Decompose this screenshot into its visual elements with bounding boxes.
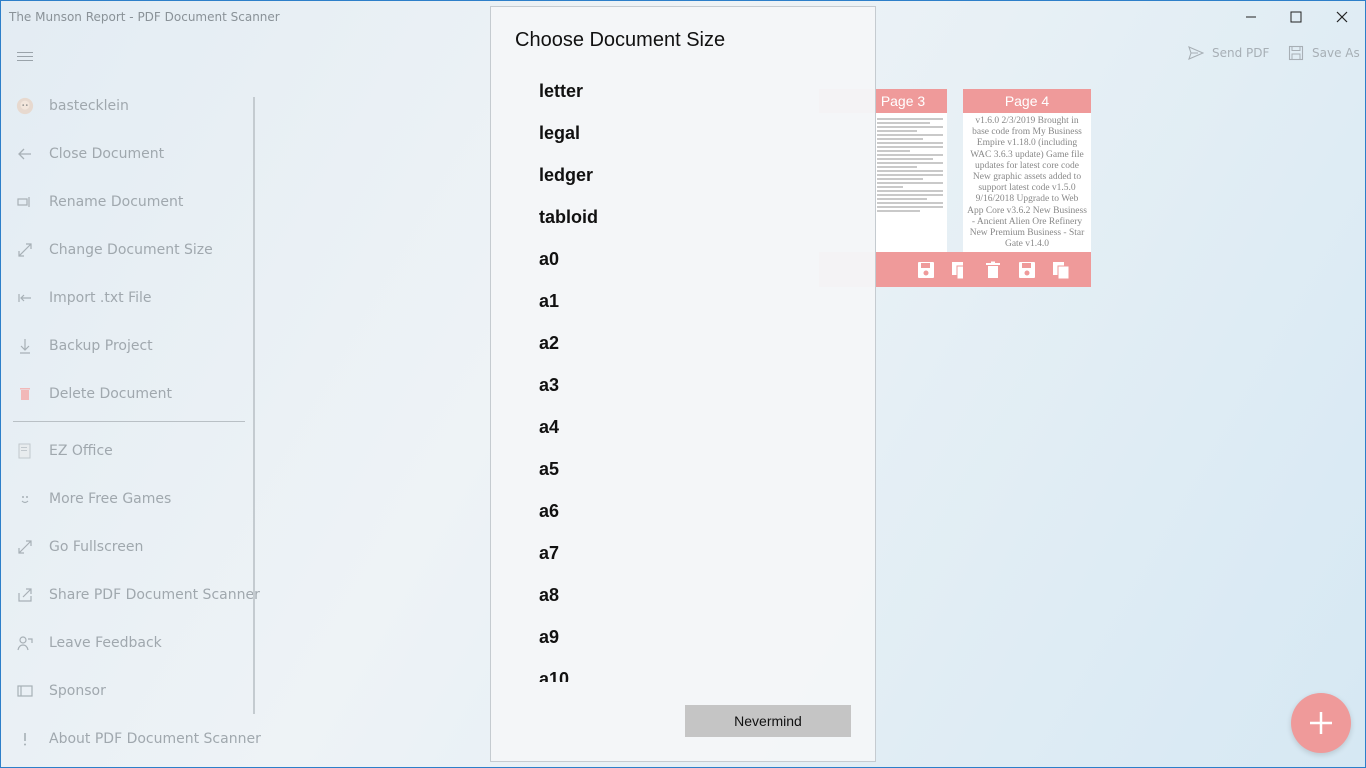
- sidebar-item-sponsor[interactable]: Sponsor: [0, 667, 250, 715]
- info-icon: [16, 730, 34, 748]
- sidebar-item-ez-office[interactable]: EZ Office: [0, 427, 250, 475]
- save-page-icon[interactable]: [1017, 260, 1037, 280]
- fullscreen-icon: [16, 538, 34, 556]
- plus-icon: [1310, 712, 1332, 734]
- page-card-title: Page 4: [1004, 93, 1050, 109]
- rename-icon: [16, 193, 34, 211]
- minimize-icon: [1246, 16, 1256, 18]
- sidebar-item-label: Close Document: [49, 146, 165, 162]
- sidebar-item-share[interactable]: Share PDF Document Scanner: [0, 571, 260, 619]
- size-option-a6[interactable]: a6: [491, 490, 875, 532]
- sidebar-item-label: bastecklein: [49, 98, 129, 114]
- sidebar-item-label: More Free Games: [49, 491, 172, 507]
- size-option-a10[interactable]: a10: [491, 658, 875, 683]
- sidebar-item-label: About PDF Document Scanner: [49, 731, 261, 747]
- window-title: The Munson Report - PDF Document Scanner: [9, 10, 280, 24]
- add-page-button[interactable]: [1291, 693, 1351, 753]
- page-card-4[interactable]: Page 4 v1.6.0 2/3/2019 Brought in base c…: [963, 89, 1091, 287]
- size-option-letter[interactable]: letter: [491, 70, 875, 112]
- sidebar-item-label: Import .txt File: [49, 290, 152, 306]
- sidebar-item-leave-feedback[interactable]: Leave Feedback: [0, 619, 250, 667]
- sidebar-item-label: Share PDF Document Scanner: [49, 587, 260, 603]
- arrow-left-icon: [16, 145, 34, 163]
- sidebar-item-label: Leave Feedback: [49, 635, 162, 651]
- sidebar-item-label: EZ Office: [49, 443, 113, 459]
- sidebar-item-label: Sponsor: [49, 683, 106, 699]
- sidebar-item-change-document-size[interactable]: Change Document Size: [0, 226, 250, 274]
- close-icon: [1336, 11, 1348, 23]
- size-option-a5[interactable]: a5: [491, 448, 875, 490]
- send-pdf-label: Send PDF: [1212, 46, 1270, 60]
- close-button[interactable]: [1319, 0, 1365, 34]
- sidebar-item-backup-project[interactable]: Backup Project: [0, 322, 250, 370]
- resize-icon: [16, 241, 34, 259]
- size-option-a9[interactable]: a9: [491, 616, 875, 658]
- size-option-a2[interactable]: a2: [491, 322, 875, 364]
- dialog-title: Choose Document Size: [515, 29, 726, 51]
- feedback-icon: [16, 634, 34, 652]
- import-icon: [16, 289, 34, 307]
- share-icon: [16, 586, 34, 604]
- page-card-actions: [963, 252, 1091, 287]
- copy-page-icon[interactable]: [1051, 260, 1071, 280]
- minimize-button[interactable]: [1228, 0, 1274, 34]
- sidebar-item-label: Delete Document: [49, 386, 172, 402]
- page-card-title: Page 3: [880, 93, 926, 109]
- size-option-a4[interactable]: a4: [491, 406, 875, 448]
- save-page-icon[interactable]: [916, 260, 936, 280]
- nevermind-button[interactable]: Nevermind: [685, 705, 851, 737]
- sidebar-item-import-txt[interactable]: Import .txt File: [0, 274, 250, 322]
- sidebar-item-go-fullscreen[interactable]: Go Fullscreen: [0, 523, 250, 571]
- sidebar-item-more-free-games[interactable]: More Free Games: [0, 475, 250, 523]
- smiley-icon: [16, 490, 34, 508]
- page-card-header: Page 4: [963, 89, 1091, 113]
- sidebar-item-delete-document[interactable]: Delete Document: [0, 370, 250, 418]
- size-option-legal[interactable]: legal: [491, 112, 875, 154]
- save-icon: [1288, 45, 1304, 61]
- sidebar-item-label: Change Document Size: [49, 242, 213, 258]
- sidebar-item-label: Rename Document: [49, 194, 184, 210]
- hamburger-menu-icon[interactable]: [17, 49, 33, 63]
- sidebar-item-rename-document[interactable]: Rename Document: [0, 178, 250, 226]
- sidebar-divider: [13, 421, 245, 422]
- choose-size-dialog: Choose Document Size letter legal ledger…: [490, 6, 876, 762]
- sidebar-item-label: Backup Project: [49, 338, 153, 354]
- size-option-a8[interactable]: a8: [491, 574, 875, 616]
- size-option-a0[interactable]: a0: [491, 238, 875, 280]
- avatar: [16, 97, 34, 115]
- sidebar-scrollbar[interactable]: [253, 97, 255, 714]
- size-option-a1[interactable]: a1: [491, 280, 875, 322]
- page-card-text: v1.6.0 2/3/2019 Brought in base code fro…: [967, 116, 1087, 250]
- maximize-button[interactable]: [1273, 0, 1319, 34]
- size-option-ledger[interactable]: ledger: [491, 154, 875, 196]
- size-list[interactable]: letter legal ledger tabloid a0 a1 a2 a3 …: [491, 70, 875, 683]
- sponsor-icon: [16, 682, 34, 700]
- save-as-label: Save As: [1312, 46, 1360, 60]
- trash-icon: [16, 385, 34, 403]
- sidebar-item-close-document[interactable]: Close Document: [0, 130, 250, 178]
- send-icon: [1188, 45, 1204, 61]
- save-as-button[interactable]: Save As: [1288, 45, 1360, 61]
- size-option-a3[interactable]: a3: [491, 364, 875, 406]
- ez-office-icon: [16, 442, 34, 460]
- sidebar-item-label: Go Fullscreen: [49, 539, 144, 555]
- sidebar-item-about[interactable]: About PDF Document Scanner: [0, 715, 261, 763]
- size-option-a7[interactable]: a7: [491, 532, 875, 574]
- trash-icon[interactable]: [983, 260, 1003, 280]
- download-icon: [16, 337, 34, 355]
- sidebar-item-user[interactable]: bastecklein: [0, 82, 250, 130]
- size-option-tabloid[interactable]: tabloid: [491, 196, 875, 238]
- maximize-icon: [1290, 11, 1302, 23]
- send-pdf-button[interactable]: Send PDF: [1188, 45, 1269, 61]
